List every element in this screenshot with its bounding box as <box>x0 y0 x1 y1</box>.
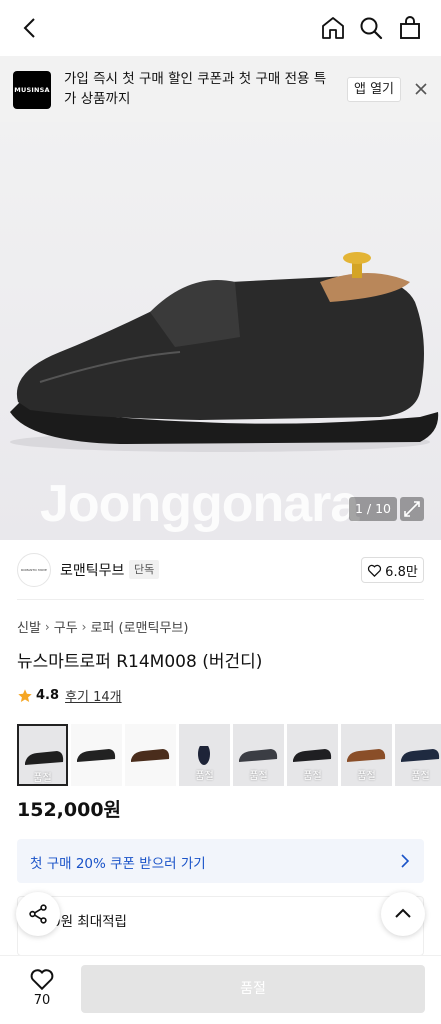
brand-like-count: 6.8만 <box>385 564 418 580</box>
soldout-label: 품절 <box>249 771 268 782</box>
chevron-right-icon <box>401 854 410 868</box>
expand-icon[interactable] <box>400 497 424 521</box>
thumbnail-image <box>131 749 170 762</box>
thumbnail-image <box>401 749 440 762</box>
scroll-to-top-button[interactable] <box>381 892 425 936</box>
soldout-label: 품절 <box>33 773 52 784</box>
product-image-loafer <box>10 252 439 452</box>
color-option-thumbnail[interactable] <box>125 724 176 786</box>
coupon-text: 첫 구매 20% 쿠폰 받으러 가기 <box>30 856 206 872</box>
share-button[interactable] <box>16 892 60 936</box>
share-icon <box>29 904 47 924</box>
soldout-buy-button[interactable]: 품절 <box>81 965 425 1013</box>
product-image-gallery[interactable]: Joonggonara 1 / 10 <box>0 122 441 540</box>
soldout-label: 품절 <box>411 771 430 782</box>
color-option-thumbnail[interactable]: 품절 <box>395 724 441 786</box>
exclusive-badge: 단독 <box>129 560 160 579</box>
chevron-up-icon <box>395 908 411 918</box>
first-purchase-coupon-banner[interactable]: 첫 구매 20% 쿠폰 받으러 가기 <box>17 839 424 883</box>
color-option-thumbnail[interactable] <box>71 724 122 786</box>
soldout-label: 품절 <box>303 771 322 782</box>
like-count: 70 <box>33 993 51 1008</box>
thumbnail-image <box>198 746 210 765</box>
chevron-right-icon: › <box>81 619 87 634</box>
color-option-thumbnail[interactable]: 품절 <box>287 724 338 786</box>
star-icon <box>18 688 32 702</box>
bottom-action-bar: 70 품절 <box>0 955 441 1024</box>
color-option-thumbnail[interactable]: 품절 <box>179 724 230 786</box>
rating-score: 4.8 <box>36 688 60 703</box>
musinsa-logo: MUSINSA <box>13 71 51 109</box>
heart-icon <box>368 564 382 577</box>
color-option-thumbnail[interactable]: 품절 <box>233 724 284 786</box>
max-points-text: 0원 최대적립 <box>52 914 127 930</box>
brand-row: ROMANTIC MOVE 로맨틱무브 단독 6.8만 <box>0 548 441 600</box>
chevron-left-icon[interactable] <box>16 14 44 42</box>
shopping-bag-icon[interactable] <box>397 15 423 41</box>
soldout-label: 품절 <box>357 771 376 782</box>
thumbnail-image <box>347 749 386 762</box>
thumbnail-image <box>239 749 278 762</box>
home-icon[interactable] <box>320 15 346 41</box>
product-title: 뉴스마트로퍼 R14M008 (버건디) <box>17 652 263 672</box>
breadcrumb: 신발 › 구두 › 로퍼 (로맨틱무브) <box>17 617 188 637</box>
points-panel: 0원 최대적립 <box>17 896 424 956</box>
search-icon[interactable] <box>358 15 384 41</box>
color-option-thumbnail[interactable]: 품절 <box>341 724 392 786</box>
thumbnail-image <box>293 749 332 762</box>
top-bar <box>0 0 441 56</box>
product-price: 152,000원 <box>17 799 122 821</box>
color-option-thumbnails: 품절 품절 품절 품절 품절 품절 <box>17 724 441 788</box>
breadcrumb-item[interactable]: 구두 <box>54 617 78 636</box>
breadcrumb-item[interactable]: 로퍼 (로맨틱무브) <box>90 617 188 636</box>
thumbnail-image <box>25 751 64 765</box>
brand-name[interactable]: 로맨틱무브 <box>60 560 124 580</box>
rating-row: 4.8 후기 14개 <box>17 686 122 705</box>
close-icon[interactable] <box>412 80 430 98</box>
reviews-link[interactable]: 후기 14개 <box>65 686 122 705</box>
thumbnail-image <box>77 749 116 762</box>
app-promo-banner: MUSINSA 가입 즉시 첫 구매 할인 쿠폰과 첫 구매 전용 특가 상품까… <box>0 56 441 122</box>
brand-logo[interactable]: ROMANTIC MOVE <box>17 553 51 587</box>
color-option-thumbnail[interactable]: 품절 <box>17 724 68 786</box>
heart-icon[interactable] <box>29 966 55 992</box>
brand-like-button[interactable]: 6.8만 <box>361 557 424 583</box>
divider <box>17 599 424 600</box>
soldout-label: 품절 <box>195 771 214 782</box>
image-counter: 1 / 10 <box>349 497 397 521</box>
chevron-right-icon: › <box>44 619 50 634</box>
brand-logo-text: ROMANTIC MOVE <box>21 568 47 572</box>
breadcrumb-item[interactable]: 신발 <box>17 617 41 636</box>
watermark-text: Joonggonara <box>40 475 359 533</box>
open-app-button[interactable]: 앱 열기 <box>347 77 402 102</box>
promo-message: 가입 즉시 첫 구매 할인 쿠폰과 첫 구매 전용 특가 상품까지 <box>64 71 327 107</box>
